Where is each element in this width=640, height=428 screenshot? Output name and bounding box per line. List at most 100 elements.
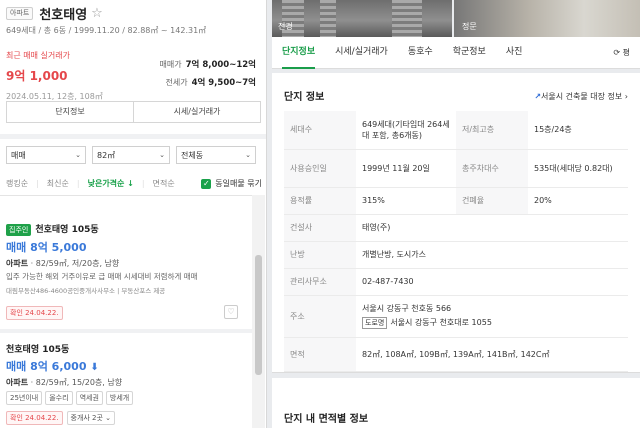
address-cell: 서울시 강동구 천호동 566 도로명 서울시 강동구 천호대로 1055 [356, 295, 628, 338]
listing-panel: 아파트 천호태영 ☆ 649세대 / 총 6동 / 1999.11.20 / 8… [0, 0, 267, 428]
unit-toggle[interactable]: ⟳ 평 [613, 47, 630, 58]
listing-list: 집주인 천호태영 105동 매매 8억 5,000 아파트 · 82/59㎡, 저… [0, 195, 252, 428]
star-icon[interactable]: ☆ [91, 6, 103, 21]
complex-tabs: 단지정보 시세/실거래가 [6, 101, 261, 123]
item-spec: 아파트 · 82/59㎡, 저/20층, 남향 [6, 258, 246, 269]
building-registry-link[interactable]: ↗서울시 건축물 대장 정보 › [534, 91, 628, 102]
check-icon: ✓ [201, 178, 212, 189]
tag: 방세개 [105, 391, 134, 405]
item-spec-text: · 82/59㎡, 저/20층, 남향 [28, 258, 120, 268]
tab-price-history[interactable]: 시세/실거래가 [335, 37, 388, 69]
chevron-down-icon: ⌄ [245, 151, 251, 159]
tag: 25년이내 [6, 391, 43, 405]
complex-summary: 649세대 / 총 6동 / 1999.11.20 / 82.88㎡ ~ 142… [6, 26, 207, 35]
trade-type-value: 매매 [11, 150, 26, 160]
photo-label: 전경 [278, 22, 293, 31]
table-row: 건설사 태영(주) [284, 214, 628, 242]
arrow-down-icon: ⬇ [90, 362, 99, 373]
cell-key: 난방 [284, 241, 356, 269]
table-row: 관리사무소 02-487-7430 [284, 268, 628, 296]
cell-key: 건설사 [284, 214, 356, 242]
item-spec: 아파트 · 82/59㎡, 15/20층, 남향 [6, 377, 246, 388]
cell-value: 20% [528, 187, 628, 215]
area-value: 82㎡ [97, 150, 116, 160]
info-table: 세대수 649세대(기타임대 264세대 포함, 총6개동) 저/최고층 15층… [284, 111, 628, 372]
tab-complex-info[interactable]: 단지정보 [282, 37, 316, 69]
tab-complex-info[interactable]: 단지정보 [7, 102, 133, 122]
photo-exterior[interactable]: 전경 [272, 0, 452, 37]
cell-key: 총주차대수 [456, 149, 528, 188]
item-title: 천호태영 105동 [6, 345, 70, 355]
agents-dropdown[interactable]: 중개사 2곳 ⌄ [66, 411, 116, 425]
card-title: 단지 내 면적별 정보 [284, 414, 369, 425]
sort-area[interactable]: 면적순 [153, 178, 175, 189]
tag: 올수리 [45, 391, 73, 405]
tab-price-history[interactable]: 시세/실거래가 [133, 102, 260, 122]
heart-icon[interactable]: ♡ [224, 305, 238, 319]
trade-type-select[interactable]: 매매 ⌄ [6, 146, 86, 164]
photo-gate[interactable]: 정문 [454, 0, 640, 37]
cell-value: 315% [356, 187, 456, 215]
sort-bar: 랭킹순 | 최신순 | 낮은가격순 ↓ | 면적순 ✓ 동일매물 묶기 [6, 178, 262, 189]
item-spec-text: · 82/59㎡, 15/20층, 남향 [28, 378, 123, 387]
sort-latest[interactable]: 최신순 [47, 178, 69, 189]
sort-ranking[interactable]: 랭킹순 [6, 178, 28, 189]
complex-header: 아파트 천호태영 ☆ 649세대 / 총 6동 / 1999.11.20 / 8… [0, 0, 266, 130]
cell-value: 개별난방, 도시가스 [356, 241, 628, 269]
list-item[interactable]: 천호태영 105동 매매 8억 6,000 ⬇ 아파트 · 82/59㎡, 15… [0, 342, 252, 425]
table-row: 용적률 315% 건폐율 20% [284, 187, 628, 215]
tab-school-info[interactable]: 학군정보 [453, 37, 486, 69]
price-ranges: 매매가 7억 8,000~12억 전세가 4억 9,500~7억 [160, 58, 256, 94]
jeonse-range: 4억 9,500~7억 [191, 78, 256, 88]
chevron-down-icon: ⌄ [75, 151, 81, 159]
filter-bar: 매매 ⌄ 82㎡ ⌄ 전체동 ⌄ [6, 146, 262, 164]
same-listing-toggle[interactable]: ✓ 동일매물 묶기 [201, 178, 262, 189]
table-row: 난방 개별난방, 도시가스 [284, 241, 628, 269]
divider [0, 134, 266, 139]
tag: 역세권 [75, 391, 103, 405]
tab-unit-numbers[interactable]: 동호수 [408, 37, 433, 69]
cell-value: 태영(주) [356, 214, 628, 242]
list-item[interactable]: 집주인 천호태영 105동 매매 8억 5,000 아파트 · 82/59㎡, 저… [0, 222, 252, 320]
cell-key: 면적 [284, 337, 356, 372]
table-row: 면적 82㎡, 108A㎡, 109B㎡, 139A㎡, 141B㎡, 142C… [284, 337, 628, 372]
table-row: 세대수 649세대(기타임대 264세대 포함, 총6개동) 저/최고층 15층… [284, 111, 628, 150]
item-agent: 대림부동산486-4600공인중개사사무소 | 부동산포스 제공 [6, 286, 166, 295]
item-type: 아파트 [6, 378, 29, 387]
detail-tabs: 단지정보 시세/실거래가 동호수 학군정보 사진 ⟳ 평 [272, 37, 640, 69]
registry-link-label: 서울시 건축물 대장 정보 [541, 92, 623, 101]
cell-key: 용적률 [284, 187, 356, 215]
dong-value: 전체동 [181, 150, 204, 160]
detail-panel: 전경 정문 단지정보 시세/실거래가 동호수 학군정보 사진 ⟳ 평 단지 정보… [272, 0, 640, 428]
scrollbar[interactable] [252, 195, 265, 428]
item-type: 아파트 [6, 258, 29, 268]
cell-key: 사용승인일 [284, 149, 356, 188]
sale-range: 7억 8,000~12억 [185, 60, 256, 70]
table-row: 사용승인일 1999년 11월 20일 총주차대수 535대(세대당 0.82대… [284, 149, 628, 188]
price-block: 최근 매매 실거래가 9억 1,000 2024.05.11, 12층, 108… [6, 50, 260, 101]
registry-icon: ↗ [534, 92, 542, 101]
building-image [320, 0, 336, 37]
type-chip: 아파트 [6, 6, 34, 20]
confirm-badge: 확인 24.04.22. [6, 305, 63, 320]
address-road: 서울시 강동구 천호대로 1055 [390, 318, 492, 327]
cell-value: 82㎡, 108A㎡, 109B㎡, 139A㎡, 141B㎡, 142C㎡ [356, 337, 628, 372]
dong-select[interactable]: 전체동 ⌄ [176, 146, 256, 164]
photo-strip: 전경 정문 [272, 0, 640, 37]
tab-photos[interactable]: 사진 [506, 37, 523, 69]
sale-label: 매매가 [159, 60, 182, 69]
item-price-text: 매매 8억 6,000 [6, 360, 87, 373]
address-jibun: 서울시 강동구 천호동 566 [362, 304, 452, 313]
cell-value: 15층/24층 [528, 111, 628, 150]
cell-key: 관리사무소 [284, 268, 356, 296]
item-title: 천호태영 105동 [35, 225, 99, 235]
sort-low-price[interactable]: 낮은가격순 ↓ [88, 178, 134, 189]
cell-key: 저/최고층 [456, 111, 528, 150]
cell-value: 649세대(기타임대 264세대 포함, 총6개동) [356, 111, 456, 150]
confirm-badge: 확인 24.04.22. [6, 411, 63, 425]
complex-name: 천호태영 [39, 7, 88, 23]
area-select[interactable]: 82㎡ ⌄ [92, 146, 170, 164]
owner-badge: 집주인 [6, 223, 32, 236]
scrollbar-thumb[interactable] [255, 255, 262, 375]
cell-value: 1999년 11월 20일 [356, 149, 456, 188]
